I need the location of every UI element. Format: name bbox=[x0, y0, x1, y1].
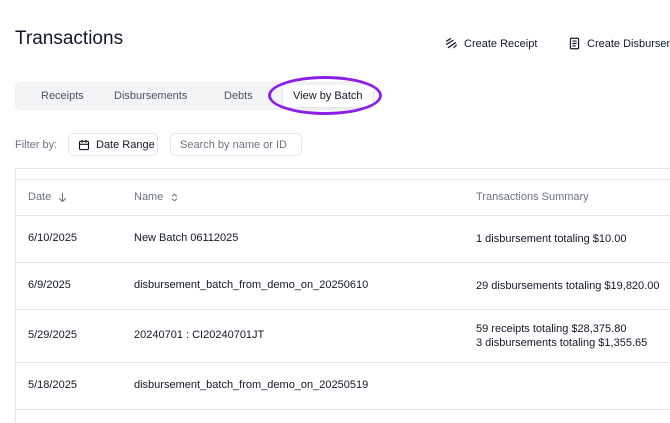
document-icon bbox=[569, 37, 580, 50]
row-name: New Batch 06112025 bbox=[134, 232, 239, 244]
summary-line: 1 disbursement totaling $10.00 bbox=[476, 233, 627, 245]
sort-chevrons-icon bbox=[172, 193, 178, 202]
table-row[interactable]: 5/18/2025 disbursement_batch_from_demo_o… bbox=[16, 363, 670, 410]
create-receipt-button[interactable]: Create Receipt bbox=[445, 37, 537, 50]
row-name: disbursement_batch_from_demo_on_20250610 bbox=[134, 279, 369, 291]
create-disbursement-label: Create Disbursement bbox=[587, 37, 670, 50]
tab-view-by-batch[interactable]: View by Batch bbox=[283, 85, 373, 107]
filter-label: Filter by: bbox=[15, 139, 58, 151]
date-range-button[interactable]: Date Range bbox=[68, 133, 158, 156]
transaction-tabs: Receipts Disbursements Debts View by Bat… bbox=[15, 82, 375, 110]
table-top-spacer bbox=[16, 169, 670, 180]
row-summary: 29 disbursements totaling $19,820.00 bbox=[476, 279, 659, 293]
table-row[interactable]: 6/10/2025 New Batch 06112025 1 disbursem… bbox=[16, 216, 670, 263]
summary-line: 59 receipts totaling $28,375.80 bbox=[476, 323, 627, 335]
search-input[interactable] bbox=[170, 133, 302, 156]
tab-receipts[interactable]: Receipts bbox=[41, 83, 84, 109]
row-date: 5/18/2025 bbox=[28, 379, 77, 391]
date-range-label: Date Range bbox=[96, 138, 155, 151]
summary-header-label: Transactions Summary bbox=[476, 191, 589, 203]
name-column-header[interactable]: Name bbox=[134, 180, 180, 215]
create-disbursement-button[interactable]: Create Disbursement bbox=[568, 37, 670, 50]
name-header-label: Name bbox=[134, 191, 164, 203]
summary-column-header: Transactions Summary bbox=[476, 180, 589, 215]
batch-table: Date Name Transactions Summary 6/10/2025… bbox=[15, 168, 670, 423]
receipt-pen-icon bbox=[446, 38, 457, 49]
table-row[interactable]: 6/9/2025 disbursement_batch_from_demo_on… bbox=[16, 263, 670, 310]
row-date: 6/10/2025 bbox=[28, 232, 77, 244]
date-header-label: Date bbox=[28, 191, 52, 203]
tab-disbursements[interactable]: Disbursements bbox=[114, 83, 187, 109]
row-summary: 59 receipts totaling $28,375.80 3 disbur… bbox=[476, 322, 647, 350]
summary-line: 29 disbursements totaling $19,820.00 bbox=[476, 280, 660, 292]
table-header: Date Name Transactions Summary bbox=[16, 180, 670, 216]
arrow-down-icon bbox=[59, 192, 67, 203]
date-column-header[interactable]: Date bbox=[28, 180, 68, 215]
row-name: 20240701 : CI20240701JT bbox=[134, 329, 265, 341]
row-date: 5/29/2025 bbox=[28, 329, 77, 341]
create-receipt-label: Create Receipt bbox=[464, 37, 538, 50]
calendar-icon bbox=[78, 139, 90, 150]
row-name: disbursement_batch_from_demo_on_20250519 bbox=[134, 379, 369, 391]
summary-line: 3 disbursements totaling $1,355.65 bbox=[476, 337, 648, 349]
table-row[interactable]: 5/29/2025 20240701 : CI20240701JT 59 rec… bbox=[16, 310, 670, 363]
page-title: Transactions bbox=[15, 28, 124, 49]
row-date: 6/9/2025 bbox=[28, 279, 71, 291]
tab-debts[interactable]: Debts bbox=[224, 83, 253, 109]
row-summary: 1 disbursement totaling $10.00 bbox=[476, 232, 626, 246]
